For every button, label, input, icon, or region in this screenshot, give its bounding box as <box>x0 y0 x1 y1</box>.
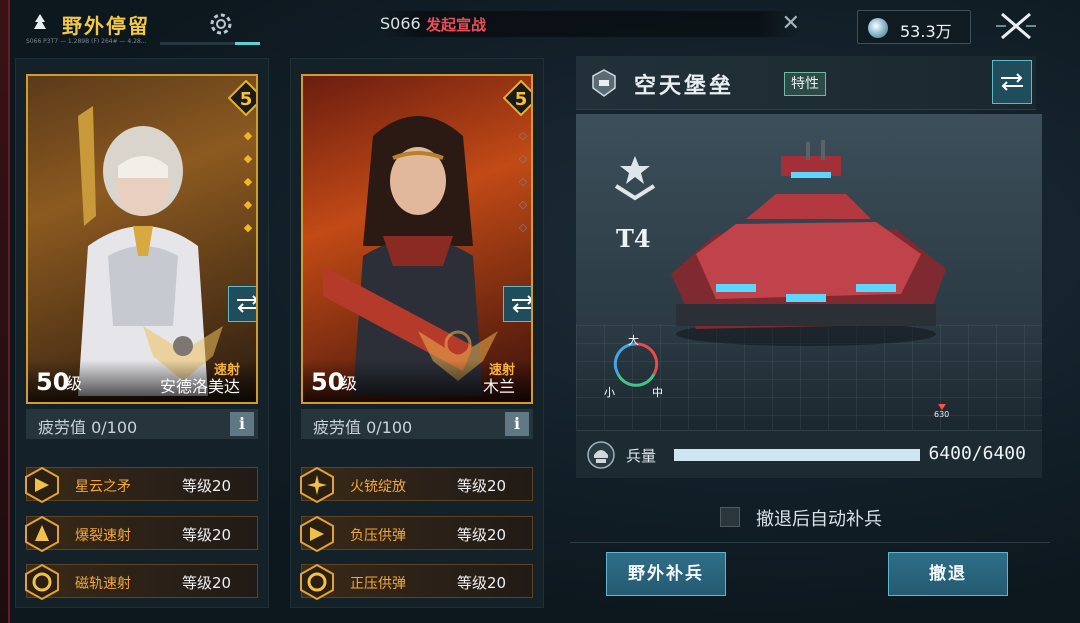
tab-indicator <box>160 42 260 45</box>
gear-icon[interactable] <box>205 8 237 40</box>
skill-level: 等级20 <box>457 526 507 544</box>
unit-panel: 空天堡垒 特性 T4 大 小 中 630 兵量 6400/6400 撤退后自动补… <box>570 50 1050 610</box>
info-button[interactable]: i <box>230 412 254 436</box>
notice-close-icon[interactable]: ✕ <box>782 11 800 37</box>
page-subtitle: S066 P3T7 — 1.289B (F) 264# — 4.28... <box>26 38 147 45</box>
size-label-big: 大 <box>628 334 639 347</box>
star-rating: ◆ ◆ ◆ ◆ ◆ <box>243 129 253 234</box>
skill-level: 等级20 <box>457 574 507 592</box>
hero-column-1: 5 ◆ ◆ ◆ ◆ ◆ 50 级 速射 安德洛美达 疲劳值 0/100 i 星云之矛 等… <box>15 58 269 608</box>
skill-name: 星云之矛 <box>75 479 131 495</box>
unit-preview: T4 大 小 中 630 <box>576 114 1042 430</box>
size-label-small: 小 <box>604 386 615 399</box>
skill-row[interactable]: 正压供弹 等级20 <box>300 563 533 601</box>
hero-level-unit: 级 <box>341 374 358 393</box>
skill-level: 等级20 <box>182 526 232 544</box>
skill-level: 等级20 <box>182 477 232 495</box>
troops-value: 6400/6400 <box>928 443 1026 464</box>
info-button[interactable]: i <box>505 412 529 436</box>
rarity-badge: 5 <box>503 80 531 116</box>
unit-tier: T4 <box>616 224 651 253</box>
rarity-badge: 5 <box>228 80 256 116</box>
skill-name: 磁轨速射 <box>75 576 131 592</box>
fatigue-bar: 疲劳值 0/100 i <box>26 409 258 439</box>
rank-star-icon <box>614 156 656 201</box>
skill-row[interactable]: 磁轨速射 等级20 <box>25 563 258 601</box>
skill-level: 等级20 <box>457 477 507 495</box>
hero-level: 50 <box>36 368 70 396</box>
hero-level-unit: 级 <box>66 374 83 393</box>
tank-model <box>671 140 946 346</box>
swap-hero-button[interactable] <box>503 286 531 322</box>
field-resupply-button[interactable]: 野外补兵 <box>606 552 726 596</box>
top-bar: 野外停留 S066 P3T7 — 1.289B (F) 264# — 4.28.… <box>0 0 1080 50</box>
fatigue-bar: 疲劳值 0/100 i <box>301 409 533 439</box>
skill-name: 正压供弹 <box>350 576 406 592</box>
svg-text:5: 5 <box>240 89 253 110</box>
skill-icon <box>25 563 59 601</box>
hero-name: 木兰 <box>482 377 515 396</box>
notice-banner[interactable]: S066 发起宣战 ✕ <box>380 11 800 37</box>
skill-level: 等级20 <box>182 574 232 592</box>
swap-unit-button[interactable] <box>992 60 1032 104</box>
notice-text: 发起宣战 <box>426 16 487 34</box>
hero-card[interactable]: 5 ◇ ◇ ◇ ◇ ◇ 50 级 速射 木兰 <box>301 74 533 404</box>
troops-label: 兵量 <box>626 447 657 465</box>
fatigue-text: 疲劳值 0/100 <box>313 418 413 437</box>
swap-icon <box>237 295 256 313</box>
skill-row[interactable]: 爆裂速射 等级20 <box>25 515 258 553</box>
swap-icon <box>512 295 531 313</box>
swap-icon <box>1001 73 1023 91</box>
crystal-icon <box>868 18 888 38</box>
hero-column-2: 5 ◇ ◇ ◇ ◇ ◇ 50 级 速射 木兰 疲劳值 0/100 i 火铳绽放 等级20… <box>290 58 544 608</box>
skill-icon <box>25 515 59 553</box>
hero-level: 50 <box>311 368 345 396</box>
unit-header: 空天堡垒 特性 <box>576 56 1036 110</box>
skill-row[interactable]: 负压供弹 等级20 <box>300 515 533 553</box>
skill-name: 爆裂速射 <box>75 528 131 544</box>
fatigue-text: 疲劳值 0/100 <box>38 418 138 437</box>
skill-icon <box>300 515 334 553</box>
svg-text:5: 5 <box>515 89 528 110</box>
skill-name: 火铳绽放 <box>350 479 406 495</box>
star-rating: ◇ ◇ ◇ ◇ ◇ <box>518 129 528 234</box>
hero-card[interactable]: 5 ◆ ◆ ◆ ◆ ◆ 50 级 速射 安德洛美达 <box>26 74 258 404</box>
size-label-mid: 中 <box>652 386 663 399</box>
unit-type-icon <box>592 69 616 97</box>
skill-icon <box>300 466 334 504</box>
skill-icon <box>300 563 334 601</box>
skill-row[interactable]: 火铳绽放 等级20 <box>300 466 533 504</box>
notice-server: S066 <box>380 14 421 33</box>
page-title: 野外停留 <box>62 14 150 38</box>
auto-resupply-label: 撤退后自动补兵 <box>756 509 882 530</box>
divider <box>570 542 1050 543</box>
close-icon[interactable] <box>992 8 1040 44</box>
swap-hero-button[interactable] <box>228 286 256 322</box>
retreat-button[interactable]: 撤退 <box>888 552 1008 596</box>
troops-bar <box>674 449 920 461</box>
soldier-icon <box>587 441 615 469</box>
unit-name: 空天堡垒 <box>634 73 735 99</box>
hero-name: 安德洛美达 <box>159 377 240 396</box>
auto-resupply-checkbox[interactable] <box>720 507 740 527</box>
left-edge-strip <box>0 0 10 623</box>
troops-bar-fill <box>674 449 920 461</box>
position-marker-label: 630 <box>934 410 950 419</box>
currency-display: 53.3万 <box>857 10 971 44</box>
skill-name: 负压供弹 <box>350 528 406 544</box>
trait-button[interactable]: 特性 <box>784 72 826 96</box>
skill-row[interactable]: 星云之矛 等级20 <box>25 466 258 504</box>
skill-icon <box>25 466 59 504</box>
currency-value: 53.3万 <box>900 22 952 41</box>
troops-row: 兵量 6400/6400 <box>576 430 1042 478</box>
march-icon <box>30 12 50 32</box>
